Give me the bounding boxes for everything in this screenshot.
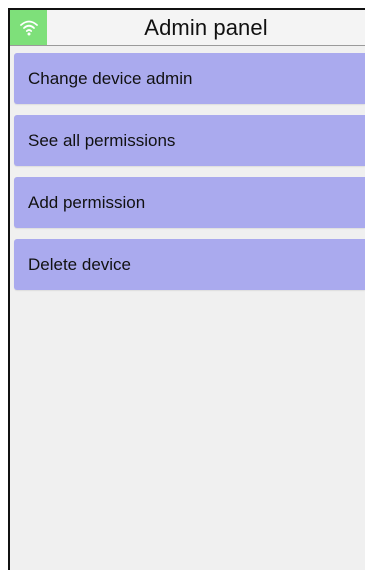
change-device-admin-button[interactable]: Change device admin: [14, 53, 365, 104]
page-title: Admin panel: [144, 14, 268, 40]
phone-screen: Admin panel Change device admin See all …: [8, 8, 365, 570]
app-header: Admin panel: [10, 10, 365, 46]
see-all-permissions-button[interactable]: See all permissions: [14, 115, 365, 166]
delete-device-button[interactable]: Delete device: [14, 239, 365, 290]
wifi-status: [10, 10, 47, 45]
admin-menu: Change device admin See all permissions …: [14, 53, 365, 301]
wifi-icon: [19, 20, 38, 35]
add-permission-button[interactable]: Add permission: [14, 177, 365, 228]
